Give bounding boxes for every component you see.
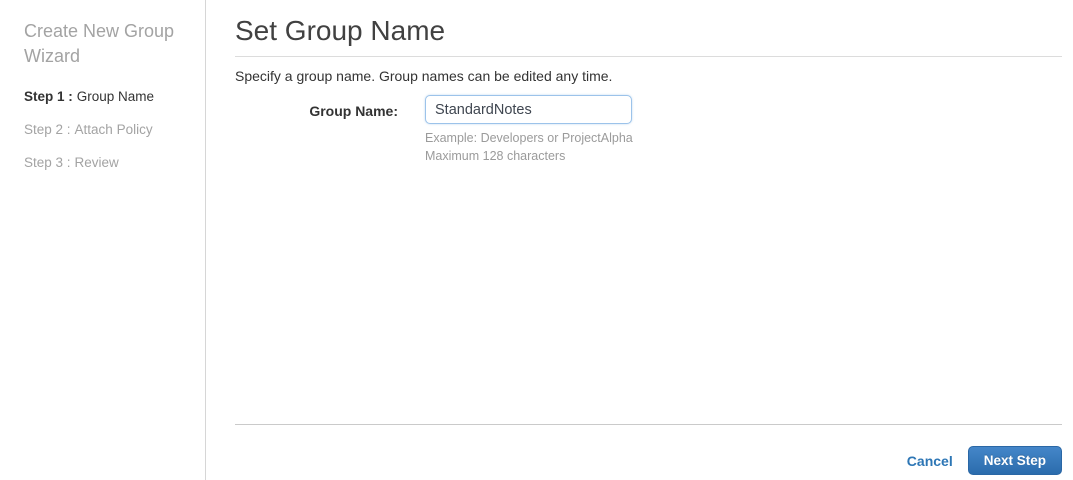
footer-divider [235,424,1062,425]
main-content: Set Group Name Specify a group name. Gro… [235,0,1062,480]
group-name-field: Example: Developers or ProjectAlpha Maxi… [425,95,633,165]
next-step-button[interactable]: Next Step [967,446,1062,475]
page-description: Specify a group name. Group names can be… [235,68,613,84]
step-prefix: Step 1 : [24,89,73,104]
step-label: Attach Policy [74,122,153,137]
step-label: Review [74,155,119,170]
title-divider [235,56,1062,57]
sidebar-step-review: Step 3 : Review [24,155,195,171]
wizard-title: Create New Group Wizard [24,21,175,66]
cancel-button[interactable]: Cancel [907,453,953,469]
step-prefix: Step 2 : [24,122,71,137]
group-name-label: Group Name: [309,103,398,119]
wizard-sidebar: Create New Group Wizard Step 1 : Group Na… [0,0,206,480]
group-name-help: Example: Developers or ProjectAlpha Maxi… [425,129,633,165]
page-title: Set Group Name [235,15,446,46]
footer-actions: Cancel Next Step [907,446,1062,475]
group-name-input[interactable] [425,95,632,124]
help-example: Example: Developers or ProjectAlpha [425,131,633,145]
sidebar-step-group-name: Step 1 : Group Name [24,89,195,105]
create-group-wizard-page: Create New Group Wizard Step 1 : Group Na… [0,0,1073,480]
step-label: Group Name [76,89,155,104]
help-max-chars: Maximum 128 characters [425,149,566,163]
step-prefix: Step 3 : [24,155,71,170]
group-name-form-row: Group Name: Example: Developers or Proje… [235,95,1062,165]
sidebar-step-attach-policy: Step 2 : Attach Policy [24,122,195,138]
